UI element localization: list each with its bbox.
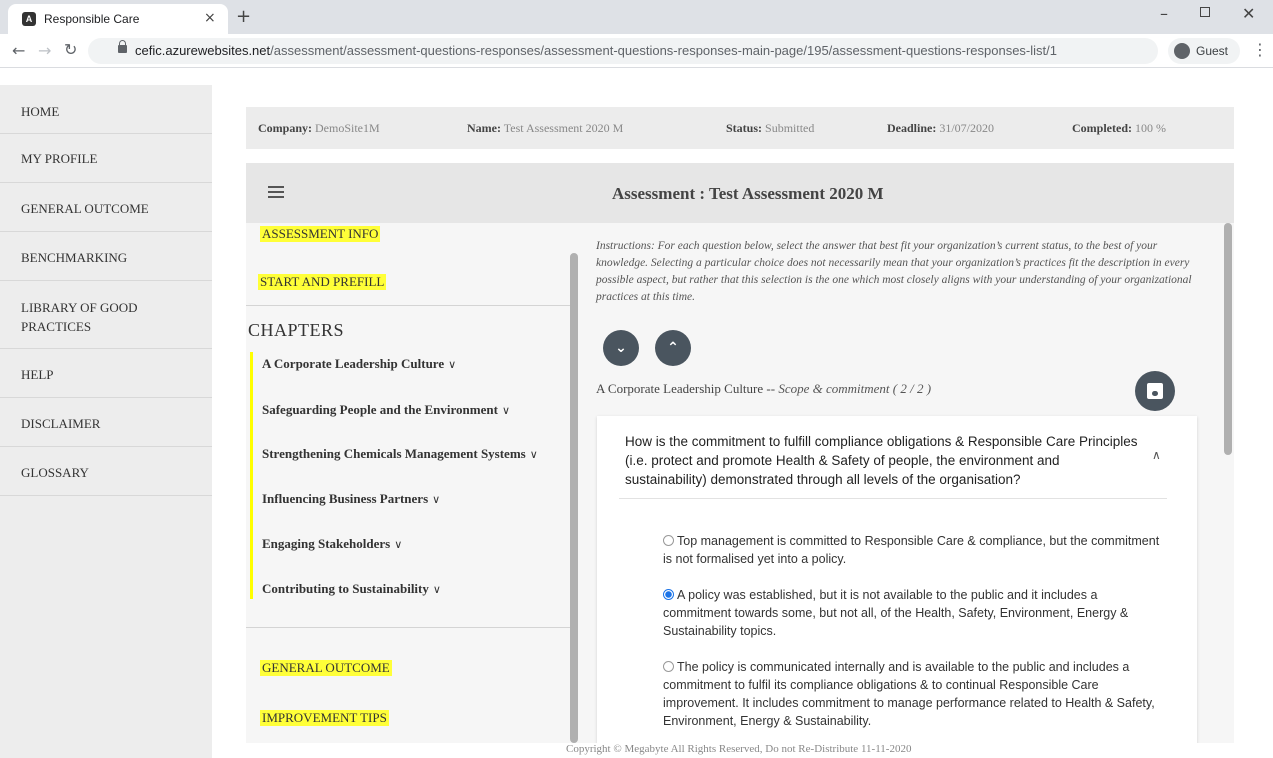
question-panel: Instructions: For each question below, s… xyxy=(582,223,1234,743)
hamburger-menu-icon[interactable] xyxy=(268,186,284,198)
answer-option[interactable]: A policy was established, but it is not … xyxy=(663,586,1163,640)
browser-toolbar: ← → ↻ cefic.azurewebsites.net/assessment… xyxy=(0,34,1273,68)
close-tab-icon[interactable]: × xyxy=(204,10,216,26)
forward-arrow-icon[interactable]: → xyxy=(38,41,51,60)
answer-option[interactable]: Top management is committed to Responsib… xyxy=(663,532,1163,568)
tab-title: Responsible Care xyxy=(44,12,140,26)
completed-info: Completed: 100 % xyxy=(1072,121,1166,135)
deadline-info: Deadline: 31/07/2020 xyxy=(887,121,995,135)
browser-menu-icon[interactable]: ⋮ xyxy=(1252,40,1268,59)
assessment-header: Assessment : Test Assessment 2020 M xyxy=(246,163,1234,223)
start-prefill-link[interactable]: START AND PREFILL xyxy=(258,274,387,290)
chevron-up-icon: ⌃ xyxy=(667,340,679,356)
radio-button[interactable] xyxy=(663,535,674,546)
url-text: cefic.azurewebsites.net/assessment/asses… xyxy=(135,43,1057,58)
browser-tab[interactable]: A Responsible Care × xyxy=(8,4,228,34)
chapters-title: CHAPTERS xyxy=(248,320,345,340)
divider xyxy=(619,498,1167,499)
chevron-down-icon: ∨ xyxy=(448,358,457,371)
minimize-icon[interactable]: – xyxy=(1160,4,1168,23)
chapter-item[interactable]: Engaging Stakeholders ∨ xyxy=(262,536,402,552)
question-panel-scrollbar[interactable] xyxy=(1224,223,1232,455)
chapter-item[interactable]: Contributing to Sustainability ∨ xyxy=(262,581,441,597)
reload-icon[interactable]: ↻ xyxy=(64,40,77,59)
window-close-icon[interactable]: ✕ xyxy=(1242,4,1255,23)
sidebar-item-home[interactable]: HOME xyxy=(0,85,212,134)
lock-icon xyxy=(118,40,127,53)
chapter-item[interactable]: Safeguarding People and the Environment ∨ xyxy=(262,402,510,418)
assessment-info-bar: Company: DemoSite1M Name: Test Assessmen… xyxy=(246,107,1234,149)
chapter-panel-scrollbar[interactable] xyxy=(570,253,578,743)
divider xyxy=(246,627,570,628)
chevron-down-icon: ∨ xyxy=(394,538,403,551)
browser-tab-strip: A Responsible Care × + – ✕ xyxy=(0,0,1273,34)
save-button[interactable] xyxy=(1135,371,1175,411)
status-info: Status: Submitted xyxy=(726,121,815,135)
radio-button[interactable] xyxy=(663,661,674,672)
chevron-up-icon[interactable]: ∧ xyxy=(1152,448,1161,462)
assessment-info-link[interactable]: ASSESSMENT INFO xyxy=(260,226,381,242)
chapters-highlight-marker xyxy=(250,352,253,599)
restore-icon[interactable] xyxy=(1200,7,1210,17)
profile-label: Guest xyxy=(1196,44,1229,58)
collapse-all-button[interactable]: ⌃ xyxy=(655,330,691,366)
copyright-footer: Copyright © Megabyte All Rights Reserved… xyxy=(566,743,912,755)
question-text: How is the commitment to fulfill complia… xyxy=(625,434,1138,487)
chevron-down-icon: ∨ xyxy=(432,583,441,596)
radio-button-selected[interactable] xyxy=(663,589,674,600)
chapter-item[interactable]: A Corporate Leadership Culture ∨ xyxy=(262,356,456,372)
general-outcome-link[interactable]: GENERAL OUTCOME xyxy=(260,660,392,676)
sidebar-item-my-profile[interactable]: MY PROFILE xyxy=(0,134,212,183)
new-tab-icon[interactable]: + xyxy=(236,6,251,27)
page-title: Assessment : Test Assessment 2020 M xyxy=(612,184,884,203)
chapter-item[interactable]: Strengthening Chemicals Management Syste… xyxy=(262,446,538,462)
sidebar-item-glossary[interactable]: GLOSSARY xyxy=(0,447,212,496)
divider xyxy=(246,305,570,306)
back-arrow-icon[interactable]: ← xyxy=(12,41,25,60)
instructions-text: Instructions: For each question below, s… xyxy=(596,240,1192,303)
guest-avatar-icon xyxy=(1174,43,1190,59)
sidebar-item-benchmarking[interactable]: BENCHMARKING xyxy=(0,232,212,281)
section-breadcrumb: A Corporate Leadership Culture -- Scope … xyxy=(596,381,932,396)
angular-favicon-icon: A xyxy=(22,12,36,26)
expand-all-button[interactable]: ⌄ xyxy=(603,330,639,366)
company-info: Company: DemoSite1M xyxy=(258,121,380,135)
sidebar-item-general-outcome[interactable]: GENERAL OUTCOME xyxy=(0,183,212,232)
chevron-down-icon: ⌄ xyxy=(615,340,627,356)
name-info: Name: Test Assessment 2020 M xyxy=(467,121,624,135)
chapter-panel: ASSESSMENT INFO START AND PREFILL CHAPTE… xyxy=(246,223,582,743)
chapter-item[interactable]: Influencing Business Partners ∨ xyxy=(262,491,440,507)
chevron-down-icon: ∨ xyxy=(432,493,441,506)
sidebar-item-disclaimer[interactable]: DISCLAIMER xyxy=(0,398,212,447)
profile-button[interactable]: Guest xyxy=(1168,38,1240,64)
question-card: How is the commitment to fulfill complia… xyxy=(597,416,1197,743)
sidebar-item-help[interactable]: HELP xyxy=(0,349,212,398)
chevron-down-icon: ∨ xyxy=(501,404,511,417)
chevron-down-icon: ∨ xyxy=(529,448,538,461)
sidebar-item-library[interactable]: LIBRARY OF GOOD PRACTICES xyxy=(0,281,212,349)
address-bar[interactable]: cefic.azurewebsites.net/assessment/asses… xyxy=(88,38,1158,64)
app-sidebar: HOME MY PROFILE GENERAL OUTCOME BENCHMAR… xyxy=(0,85,212,758)
improvement-tips-link[interactable]: IMPROVEMENT TIPS xyxy=(260,710,389,726)
answer-option[interactable]: The policy is communicated internally an… xyxy=(663,658,1163,730)
